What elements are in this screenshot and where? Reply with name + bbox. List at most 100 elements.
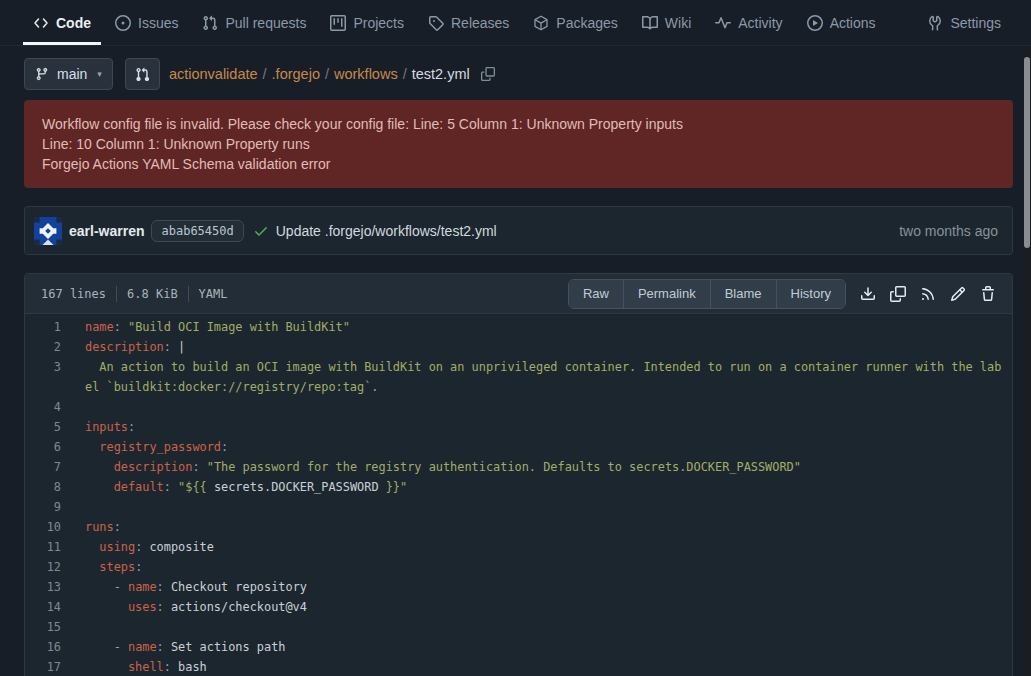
code-text — [85, 497, 1008, 517]
branch-name: main — [57, 66, 87, 82]
commit-status-check-icon[interactable] — [253, 223, 269, 239]
package-icon — [533, 15, 549, 31]
line-number[interactable]: 11 — [25, 537, 85, 557]
breadcrumb-file-name: test2.yml — [412, 66, 470, 82]
commit-time: two months ago — [899, 223, 998, 239]
line-number[interactable]: 5 — [25, 417, 85, 437]
error-line-3: Forgejo Actions YAML Schema validation e… — [42, 154, 995, 174]
code-text: runs: — [85, 517, 1008, 537]
code-line: 14 uses: actions/checkout@v4 — [25, 597, 1012, 617]
code-text: - name: Set actions path — [85, 637, 1008, 657]
file-lines-count: 167 lines — [41, 287, 106, 301]
line-number[interactable]: 12 — [25, 557, 85, 577]
repo-nav: Code Issues Pull requests Projects Relea… — [0, 0, 1031, 46]
blame-button[interactable]: Blame — [710, 280, 776, 308]
tab-code[interactable]: Code — [23, 0, 101, 45]
tab-packages-label: Packages — [556, 15, 617, 31]
tab-projects-label: Projects — [353, 15, 404, 31]
code-icon — [33, 15, 49, 31]
tab-pull-requests[interactable]: Pull requests — [192, 0, 316, 45]
file-header: 167 lines 6.8 KiB YAML Raw Permalink Bla… — [25, 274, 1012, 314]
code-line: 17 shell: bash — [25, 657, 1012, 676]
tools-icon — [927, 15, 943, 31]
code-line: 4 — [25, 397, 1012, 417]
download-icon[interactable] — [860, 286, 876, 302]
tab-settings[interactable]: Settings — [917, 0, 1011, 45]
git-branch-icon — [35, 67, 49, 81]
code-line: 12 steps: — [25, 557, 1012, 577]
line-number[interactable]: 16 — [25, 637, 85, 657]
tab-packages[interactable]: Packages — [523, 0, 627, 45]
line-number[interactable]: 3 — [25, 357, 85, 397]
breadcrumb-separator: / — [403, 66, 407, 82]
code-line: 11 using: composite — [25, 537, 1012, 557]
code-text: steps: — [85, 557, 1008, 577]
code-line: 6 registry_password: — [25, 437, 1012, 457]
tab-wiki-label: Wiki — [665, 15, 691, 31]
code-text: inputs: — [85, 417, 1008, 437]
code-line: 9 — [25, 497, 1012, 517]
breadcrumb-repo-link[interactable]: actionvalidate — [169, 66, 258, 82]
error-line-2: Line: 10 Column 1: Unknown Property runs — [42, 134, 995, 154]
breadcrumb-dir-workflows-link[interactable]: workflows — [334, 66, 398, 82]
code-line: 5inputs: — [25, 417, 1012, 437]
branch-selector[interactable]: main ▾ — [24, 58, 113, 90]
copy-content-icon[interactable] — [890, 286, 906, 302]
commit-author[interactable]: earl-warren — [69, 223, 144, 239]
tab-activity[interactable]: Activity — [705, 0, 792, 45]
code-text: using: composite — [85, 537, 1008, 557]
line-number[interactable]: 1 — [25, 317, 85, 337]
tab-actions[interactable]: Actions — [797, 0, 886, 45]
code-text: shell: bash — [85, 657, 1008, 676]
copy-path-icon[interactable] — [481, 67, 495, 81]
scrollbar-thumb[interactable] — [1024, 57, 1030, 248]
line-number[interactable]: 7 — [25, 457, 85, 477]
code-text: name: "Build OCI Image with BuildKit" — [85, 317, 1008, 337]
line-number[interactable]: 8 — [25, 477, 85, 497]
breadcrumb-dir-forgejo-link[interactable]: .forgejo — [272, 66, 320, 82]
line-number[interactable]: 4 — [25, 397, 85, 417]
raw-button[interactable]: Raw — [569, 280, 623, 308]
tab-wiki[interactable]: Wiki — [632, 0, 701, 45]
code-text — [85, 617, 1008, 637]
tab-issues[interactable]: Issues — [105, 0, 188, 45]
line-number[interactable]: 15 — [25, 617, 85, 637]
code-line: 1name: "Build OCI Image with BuildKit" — [25, 317, 1012, 337]
line-number[interactable]: 14 — [25, 597, 85, 617]
code-text: registry_password: — [85, 437, 1008, 457]
code-view: 1name: "Build OCI Image with BuildKit"2d… — [25, 314, 1012, 676]
code-line: 3 An action to build an OCI image with B… — [25, 357, 1012, 397]
line-number[interactable]: 17 — [25, 657, 85, 676]
breadcrumb: actionvalidate / .forgejo / workflows / … — [169, 66, 495, 82]
tab-pull-requests-label: Pull requests — [225, 15, 306, 31]
permalink-button[interactable]: Permalink — [623, 280, 710, 308]
history-button[interactable]: History — [776, 280, 845, 308]
code-line: 7 description: "The password for the reg… — [25, 457, 1012, 477]
compare-button[interactable] — [125, 58, 160, 90]
code-line: 2description: | — [25, 337, 1012, 357]
edit-pencil-icon[interactable] — [950, 286, 966, 302]
git-pull-request-icon — [202, 15, 218, 31]
line-number[interactable]: 10 — [25, 517, 85, 537]
code-line: 10runs: — [25, 517, 1012, 537]
tab-releases[interactable]: Releases — [418, 0, 519, 45]
line-number[interactable]: 6 — [25, 437, 85, 457]
divider — [116, 286, 117, 302]
delete-trash-icon[interactable] — [980, 286, 996, 302]
view-mode-group: Raw Permalink Blame History — [568, 279, 846, 309]
tab-projects[interactable]: Projects — [320, 0, 414, 45]
tab-code-label: Code — [56, 15, 91, 31]
line-number[interactable]: 13 — [25, 577, 85, 597]
file-actions: Raw Permalink Blame History — [568, 279, 996, 309]
book-icon — [642, 15, 658, 31]
error-banner: Workflow config file is invalid. Please … — [24, 100, 1013, 188]
commit-hash[interactable]: abab65450d — [151, 220, 243, 242]
code-line: 16 - name: Set actions path — [25, 637, 1012, 657]
code-text: uses: actions/checkout@v4 — [85, 597, 1008, 617]
rss-feed-icon[interactable] — [920, 286, 936, 302]
line-number[interactable]: 2 — [25, 337, 85, 357]
avatar[interactable] — [34, 217, 62, 245]
line-number[interactable]: 9 — [25, 497, 85, 517]
commit-message[interactable]: Update .forgejo/workflows/test2.yml — [276, 223, 497, 239]
code-text — [85, 397, 1008, 417]
